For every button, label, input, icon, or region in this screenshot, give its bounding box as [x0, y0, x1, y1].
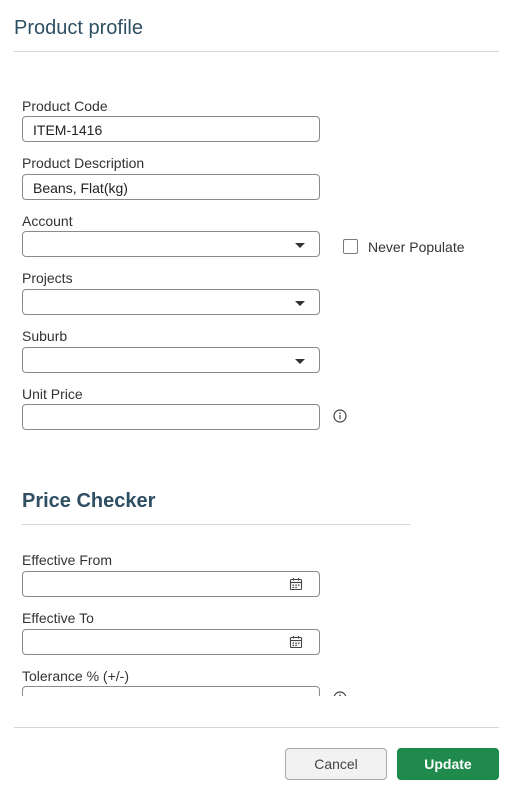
product-description-input[interactable]: Beans, Flat(kg) [22, 174, 320, 200]
price-checker-divider [22, 524, 410, 525]
footer-divider [14, 727, 499, 728]
page-title: Product profile [14, 17, 143, 39]
price-checker-title: Price Checker [22, 490, 156, 512]
tolerance-label: Tolerance % (+/-) [22, 668, 129, 684]
effective-from-label: Effective From [22, 552, 112, 568]
effective-to-label: Effective To [22, 610, 94, 626]
effective-to-input[interactable] [22, 629, 320, 655]
product-profile-dialog: Product profile Product Code ITEM-1416 P… [0, 0, 505, 788]
product-description-label: Product Description [22, 155, 145, 171]
calendar-icon[interactable] [289, 577, 303, 591]
never-populate-checkbox[interactable] [343, 239, 358, 254]
product-code-value: ITEM-1416 [33, 122, 103, 138]
form-scroll-area[interactable]: Product Code ITEM-1416 Product Descripti… [0, 52, 505, 696]
product-code-input[interactable]: ITEM-1416 [22, 116, 320, 142]
update-button[interactable]: Update [397, 748, 499, 780]
product-code-label: Product Code [22, 98, 108, 114]
suburb-select[interactable] [22, 347, 320, 373]
effective-from-input[interactable] [22, 571, 320, 597]
chevron-down-icon [295, 301, 305, 306]
unit-price-label: Unit Price [22, 386, 83, 402]
account-label: Account [22, 213, 73, 229]
product-description-value: Beans, Flat(kg) [33, 180, 128, 196]
chevron-down-icon [295, 359, 305, 364]
calendar-icon[interactable] [289, 635, 303, 649]
unit-price-input[interactable] [22, 404, 320, 430]
suburb-label: Suburb [22, 328, 68, 344]
never-populate-label: Never Populate [368, 239, 465, 255]
projects-label: Projects [22, 270, 73, 286]
projects-select[interactable] [22, 289, 320, 315]
tolerance-input[interactable] [22, 686, 320, 696]
account-select[interactable] [22, 231, 320, 257]
cancel-button[interactable]: Cancel [285, 748, 387, 780]
chevron-down-icon [295, 243, 305, 248]
info-icon[interactable] [333, 409, 347, 423]
info-icon[interactable] [333, 691, 347, 696]
